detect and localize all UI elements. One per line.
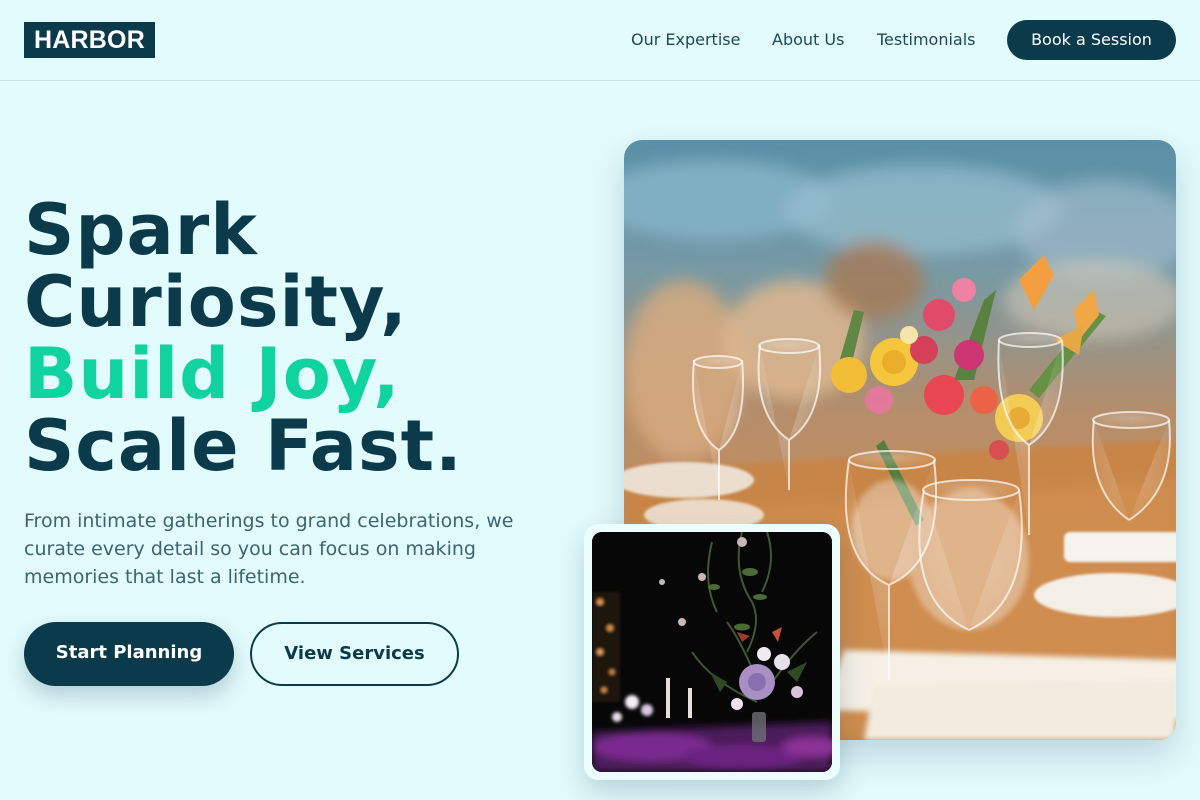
hero-subtext: From intimate gatherings to grand celebr… (24, 510, 514, 588)
headline-line-2: Curiosity, (24, 261, 408, 343)
logo[interactable]: HARBOR (24, 22, 155, 58)
view-services-button[interactable]: View Services (250, 622, 459, 686)
headline-line-3-accent: Build Joy, (24, 333, 401, 415)
start-planning-button[interactable]: Start Planning (24, 622, 234, 686)
secondary-photo (592, 532, 832, 772)
hero-headline: Spark Curiosity, Build Joy, Scale Fast. (24, 194, 584, 482)
headline-line-4: Scale Fast. (24, 405, 463, 487)
nav-link-testimonials[interactable]: Testimonials (877, 30, 976, 50)
headline-line-1: Spark (24, 189, 258, 271)
nav-link-our-expertise[interactable]: Our Expertise (631, 30, 740, 50)
nav-link-about-us[interactable]: About Us (772, 30, 844, 50)
book-session-button[interactable]: Book a Session (1007, 20, 1176, 60)
site-header: HARBOR Our Expertise About Us Testimonia… (0, 0, 1200, 81)
secondary-photo-frame (584, 524, 840, 780)
floral-centerpiece-photo (592, 532, 832, 772)
